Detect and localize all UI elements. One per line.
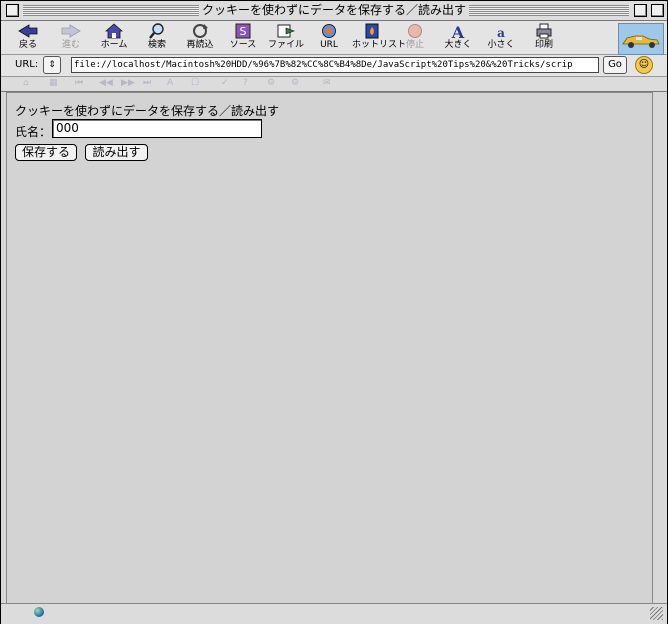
text-smaller-button[interactable]: a 小さく bbox=[481, 23, 521, 53]
resize-grip-icon[interactable] bbox=[650, 607, 663, 620]
save-button[interactable]: 保存する bbox=[15, 144, 77, 161]
url-field[interactable]: file://localhost/Macintosh%20HDD/%96%7B%… bbox=[71, 57, 599, 73]
svg-text:a: a bbox=[497, 26, 505, 39]
load-button[interactable]: 読み出す bbox=[85, 144, 148, 161]
hotlist-button[interactable]: ホットリスト bbox=[352, 23, 406, 53]
nav-help-icon[interactable]: ? bbox=[243, 78, 248, 88]
nav-home-icon[interactable]: ⌂ bbox=[23, 78, 29, 88]
close-box-icon[interactable] bbox=[6, 4, 19, 17]
page-heading: クッキーを使わずにデータを保存する／読み出す bbox=[15, 104, 280, 118]
address-bar: URL: ⇕ file://localhost/Macintosh%20HDD/… bbox=[1, 55, 667, 77]
brand-car-icon[interactable] bbox=[618, 23, 664, 55]
name-input[interactable]: 000 bbox=[52, 119, 262, 138]
nav-settings-icon[interactable]: ⚙ bbox=[267, 78, 275, 88]
home-icon bbox=[94, 23, 134, 40]
home-button[interactable]: ホーム bbox=[94, 23, 134, 53]
forward-arrow-icon bbox=[51, 23, 91, 40]
print-button[interactable]: 印刷 bbox=[524, 23, 564, 53]
source-icon: S bbox=[223, 23, 263, 40]
title-stripes bbox=[23, 5, 201, 16]
text-larger-button[interactable]: A 大きく bbox=[438, 23, 478, 53]
url-button[interactable]: URL bbox=[309, 23, 349, 53]
secondary-nav-bar: ⌂ ▦ ⏮ ◀◀ ▶▶ ⏭ A ☐ ✓ ? ⚙ ⚙ ✉ bbox=[1, 77, 667, 92]
text-larger-icon: A bbox=[438, 23, 478, 42]
nav-info-icon[interactable]: ⚙ bbox=[291, 78, 299, 88]
nav-prev-icon[interactable]: ◀◀ bbox=[99, 78, 113, 88]
toolbar: 戻る 進む ホーム 検索 再読込 S ソース ファイル URL ホットリスト 停… bbox=[1, 21, 667, 55]
globe-icon bbox=[34, 607, 44, 617]
nav-last-icon[interactable]: ⏭ bbox=[143, 78, 151, 88]
page-content: クッキーを使わずにデータを保存する／読み出す 氏名： 000 保存する 読み出す bbox=[6, 92, 653, 604]
back-arrow-icon bbox=[8, 23, 48, 40]
nav-font-icon[interactable]: A bbox=[167, 78, 173, 88]
search-button[interactable]: 検索 bbox=[137, 23, 177, 53]
back-button[interactable]: 戻る bbox=[8, 23, 48, 53]
title-bar[interactable]: クッキーを使わずにデータを保存する／読み出す bbox=[1, 1, 667, 21]
stop-icon bbox=[395, 23, 435, 40]
nav-mail-icon[interactable]: ✉ bbox=[323, 78, 331, 88]
status-bar bbox=[1, 603, 667, 624]
svg-text:S: S bbox=[240, 25, 247, 38]
browser-window: クッキーを使わずにデータを保存する／読み出す 戻る 進む ホーム 検索 再読込 … bbox=[0, 0, 668, 624]
vertical-scrollbar[interactable] bbox=[652, 92, 667, 602]
reload-icon bbox=[180, 23, 220, 40]
nav-check-icon[interactable]: ✓ bbox=[221, 78, 229, 88]
url-history-arrows-icon[interactable]: ⇕ bbox=[43, 56, 61, 74]
smiley-icon[interactable]: ☺ bbox=[635, 56, 653, 74]
window-title: クッキーを使わずにデータを保存する／読み出す bbox=[199, 3, 469, 18]
nav-grid-icon[interactable]: ▦ bbox=[49, 78, 58, 88]
svg-text:A: A bbox=[451, 23, 465, 39]
hotlist-icon bbox=[352, 23, 392, 40]
nav-book-icon[interactable]: ☐ bbox=[191, 78, 199, 88]
go-button[interactable]: Go bbox=[603, 56, 627, 74]
search-icon bbox=[137, 23, 177, 40]
forward-button[interactable]: 進む bbox=[51, 23, 91, 53]
file-icon bbox=[266, 23, 306, 40]
source-button[interactable]: S ソース bbox=[223, 23, 263, 53]
text-smaller-icon: a bbox=[481, 23, 521, 40]
stop-button[interactable]: 停止 bbox=[395, 23, 435, 53]
print-icon bbox=[524, 23, 564, 40]
title-stripes bbox=[469, 5, 629, 16]
url-label: URL: bbox=[15, 59, 39, 70]
name-label: 氏名： bbox=[15, 125, 52, 139]
nav-first-icon[interactable]: ⏮ bbox=[75, 78, 83, 88]
reload-button[interactable]: 再読込 bbox=[180, 23, 220, 53]
file-button[interactable]: ファイル bbox=[266, 23, 306, 53]
collapse-box-icon[interactable] bbox=[651, 4, 664, 17]
url-globe-icon bbox=[309, 23, 349, 40]
nav-next-icon[interactable]: ▶▶ bbox=[121, 78, 135, 88]
zoom-box-icon[interactable] bbox=[634, 4, 647, 17]
